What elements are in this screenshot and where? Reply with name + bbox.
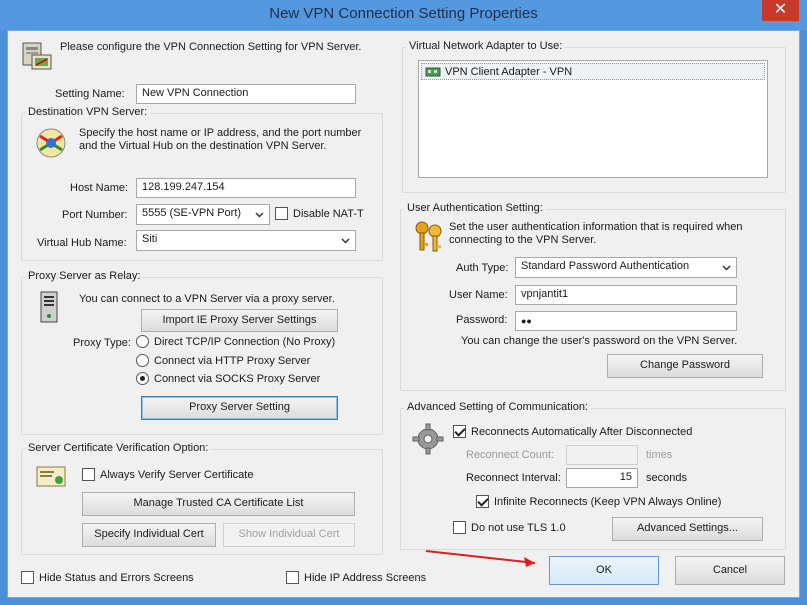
import-ie-proxy-button[interactable]: Import IE Proxy Server Settings [141,309,338,332]
adapter-list-item[interactable]: VPN Client Adapter - VPN [421,63,765,80]
advanced-settings-button[interactable]: Advanced Settings... [612,517,763,541]
port-number-value: 5555 (SE-VPN Port) [142,207,242,219]
reconnect-auto-label: Reconnects Automatically After Disconnec… [471,425,693,438]
proxy-legend: Proxy Server as Relay: [25,270,144,282]
hide-status-label: Hide Status and Errors Screens [39,571,194,584]
proxy-option-http-radio[interactable] [136,354,149,367]
ok-button[interactable]: OK [549,556,659,585]
port-number-select[interactable]: 5555 (SE-VPN Port) [136,204,270,225]
auth-type-value: Standard Password Authentication [521,260,690,272]
computer-config-icon [22,42,52,70]
no-tls-label: Do not use TLS 1.0 [471,521,566,534]
setting-name-field[interactable]: New VPN Connection [136,84,356,104]
proxy-option-direct[interactable]: Direct TCP/IP Connection (No Proxy) [136,335,335,348]
password-label: Password: [456,314,508,326]
hide-ip-checkbox[interactable]: Hide IP Address Screens [286,571,426,584]
always-verify-checkbox[interactable]: Always Verify Server Certificate [82,468,253,481]
auth-desc-line2: connecting to the VPN Server. [449,234,597,246]
reconnect-auto-box[interactable] [453,425,466,438]
auth-legend: User Authentication Setting: [404,202,546,214]
window-title: New VPN Connection Setting Properties [269,5,538,22]
proxy-server-icon [40,291,58,323]
network-globe-icon [36,128,66,158]
disable-nat-t-label: Disable NAT-T [293,207,364,220]
reconnect-count-unit: times [646,449,673,461]
host-name-field[interactable]: 128.199.247.154 [136,178,356,198]
always-verify-box[interactable] [82,468,95,481]
cert-legend: Server Certificate Verification Option: [25,442,212,454]
chevron-down-icon [341,238,350,244]
adapter-name: VPN Client Adapter - VPN [445,65,573,78]
setting-name-label: Setting Name: [55,88,125,100]
manage-trusted-ca-button[interactable]: Manage Trusted CA Certificate List [82,492,355,516]
infinite-reconnects-label: Infinite Reconnects (Keep VPN Always Onl… [494,495,722,508]
annotation-arrow-icon [425,550,536,567]
intro-text: Please configure the VPN Connection Sett… [60,41,362,53]
destination-legend: Destination VPN Server: [25,106,151,118]
disable-nat-t-checkbox[interactable]: Disable NAT-T [275,207,364,220]
proxy-description: You can connect to a VPN Server via a pr… [79,293,335,305]
virtual-hub-label: Virtual Hub Name: [37,237,127,249]
change-password-button[interactable]: Change Password [607,354,763,378]
proxy-type-label: Proxy Type: [73,337,131,349]
chevron-down-icon [255,212,264,218]
specify-individual-cert-button[interactable]: Specify Individual Cert [82,523,216,547]
infinite-reconnects-checkbox[interactable]: Infinite Reconnects (Keep VPN Always Onl… [476,495,721,508]
destination-desc-line1: Specify the host name or IP address, and… [79,127,362,139]
proxy-server-setting-button[interactable]: Proxy Server Setting [141,396,338,420]
auth-desc-line1: Set the user authentication information … [449,221,743,233]
infinite-reconnects-box[interactable] [476,495,489,508]
reconnect-interval-label: Reconnect Interval: [466,472,561,484]
no-tls-checkbox[interactable]: Do not use TLS 1.0 [453,521,566,534]
proxy-option-http[interactable]: Connect via HTTP Proxy Server [136,354,310,367]
certificate-icon [36,466,66,487]
virtual-hub-select[interactable]: Siti [136,230,356,251]
password-field[interactable]: ●● [515,311,737,331]
close-button[interactable]: ✕ [762,0,799,21]
chevron-down-icon [722,265,731,271]
adapter-list[interactable]: VPN Client Adapter - VPN [418,60,768,178]
virtual-hub-value: Siti [142,233,158,245]
show-individual-cert-button[interactable]: Show Individual Cert [223,523,355,547]
keys-icon [415,221,442,252]
reconnect-count-field[interactable] [566,445,638,465]
change-password-note: You can change the user's password on th… [461,335,738,347]
reconnect-interval-unit: seconds [646,472,687,484]
title-bar[interactable]: New VPN Connection Setting Properties ✕ [0,0,807,30]
proxy-option-direct-label: Direct TCP/IP Connection (No Proxy) [154,335,336,348]
adapter-legend: Virtual Network Adapter to Use: [406,40,566,52]
proxy-option-direct-radio[interactable] [136,335,149,348]
destination-desc-line2: and the Virtual Hub on the destination V… [79,140,327,152]
hide-ip-label: Hide IP Address Screens [304,571,427,584]
cancel-button[interactable]: Cancel [675,556,785,585]
hide-status-checkbox[interactable]: Hide Status and Errors Screens [21,571,194,584]
user-name-field[interactable]: vpnjantit1 [515,285,737,305]
reconnect-interval-field[interactable]: 15 [566,468,638,488]
port-number-label: Port Number: [62,209,128,221]
disable-nat-t-box[interactable] [275,207,288,220]
auth-type-label: Auth Type: [456,262,509,274]
gear-icon [412,423,444,455]
proxy-option-socks[interactable]: Connect via SOCKS Proxy Server [136,372,320,385]
proxy-option-socks-radio[interactable] [136,372,149,385]
advanced-legend: Advanced Setting of Communication: [404,401,591,413]
always-verify-label: Always Verify Server Certificate [100,468,254,481]
host-name-label: Host Name: [70,182,129,194]
dialog-window: New VPN Connection Setting Properties ✕ … [0,0,807,605]
proxy-option-socks-label: Connect via SOCKS Proxy Server [154,372,321,385]
network-adapter-icon [425,67,441,76]
hide-ip-box[interactable] [286,571,299,584]
user-name-label: User Name: [449,289,508,301]
dialog-client-area: Please configure the VPN Connection Sett… [7,30,800,598]
proxy-option-http-label: Connect via HTTP Proxy Server [154,354,311,367]
reconnect-count-label: Reconnect Count: [466,449,555,461]
auth-type-select[interactable]: Standard Password Authentication [515,257,737,278]
hide-status-box[interactable] [21,571,34,584]
no-tls-box[interactable] [453,521,466,534]
reconnect-auto-checkbox[interactable]: Reconnects Automatically After Disconnec… [453,425,692,438]
